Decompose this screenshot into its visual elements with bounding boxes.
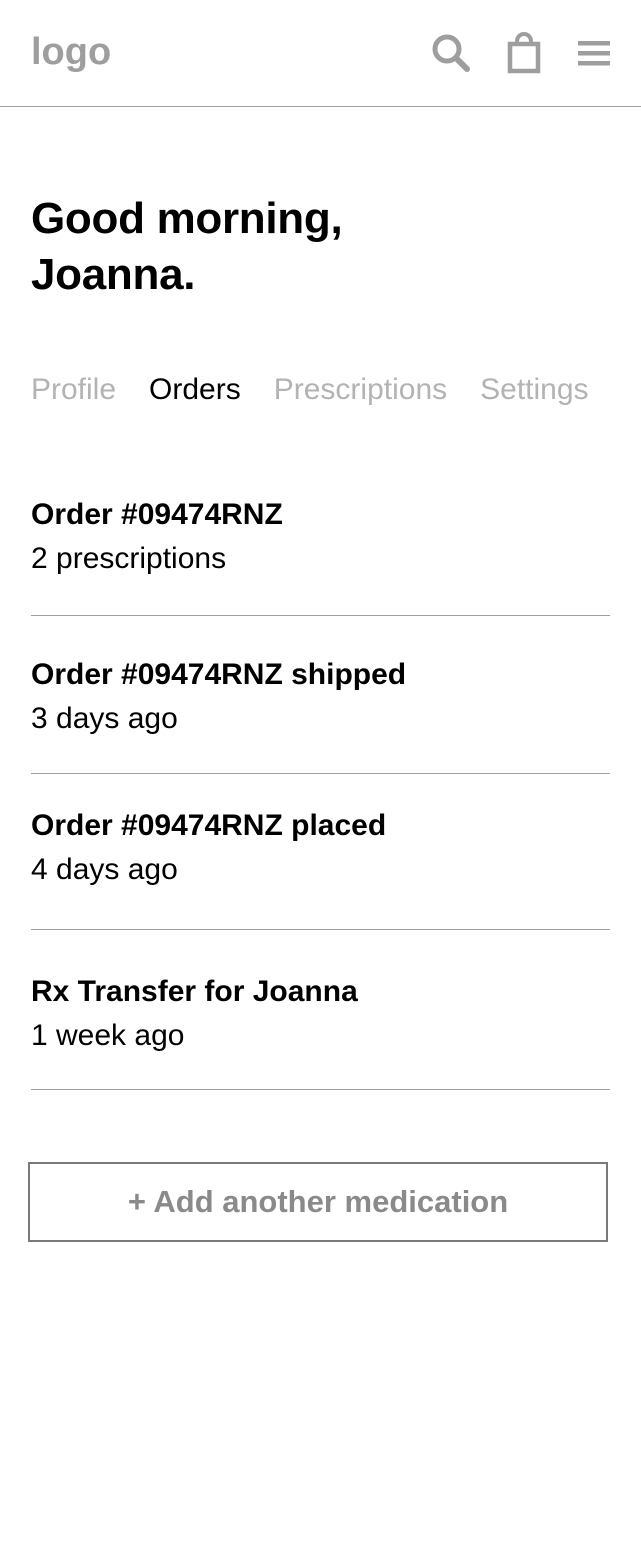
order-title: Order #09474RNZ — [31, 498, 283, 531]
orders-list: Order #09474RNZ 2 prescriptions Order #0… — [31, 455, 610, 1090]
search-icon — [432, 34, 470, 72]
list-item[interactable]: Order #09474RNZ placed 4 days ago — [31, 774, 610, 930]
order-subtitle: 2 prescriptions — [31, 542, 227, 575]
cart-button[interactable] — [502, 30, 546, 76]
order-title: Order #09474RNZ shipped — [31, 658, 407, 691]
search-button[interactable] — [428, 30, 474, 76]
tab-orders[interactable]: Orders — [149, 370, 241, 410]
order-title: Rx Transfer for Joanna — [31, 975, 358, 1008]
order-subtitle: 4 days ago — [31, 853, 178, 886]
account-tabs: Profile Orders Prescriptions Settings — [31, 368, 589, 412]
page-title: Good morning, Joanna. — [31, 191, 451, 303]
tab-prescriptions[interactable]: Prescriptions — [274, 370, 447, 410]
add-medication-button[interactable]: + Add another medication — [28, 1162, 608, 1242]
hamburger-menu-icon — [578, 41, 610, 66]
tab-profile[interactable]: Profile — [31, 370, 116, 410]
shopping-bag-icon — [507, 32, 541, 74]
order-subtitle: 3 days ago — [31, 702, 178, 735]
tab-settings[interactable]: Settings — [480, 370, 588, 410]
menu-button[interactable] — [574, 30, 614, 76]
list-item[interactable]: Rx Transfer for Joanna 1 week ago — [31, 930, 610, 1090]
app-header: logo — [0, 0, 641, 107]
greeting-line-1: Good morning, — [31, 194, 343, 243]
logo[interactable]: logo — [31, 31, 111, 74]
list-item[interactable]: Order #09474RNZ 2 prescriptions — [31, 455, 610, 616]
list-item[interactable]: Order #09474RNZ shipped 3 days ago — [31, 616, 610, 774]
order-title: Order #09474RNZ placed — [31, 809, 387, 842]
order-subtitle: 1 week ago — [31, 1019, 185, 1052]
greeting-line-2: Joanna. — [31, 250, 196, 299]
